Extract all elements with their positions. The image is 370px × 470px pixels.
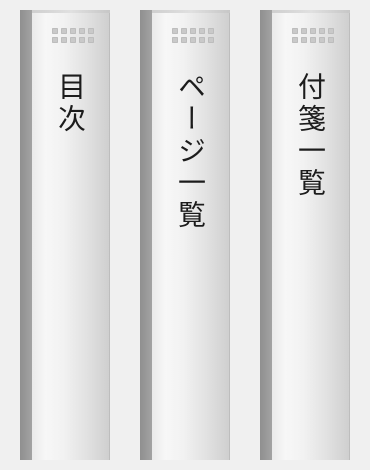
- spine-label-sticky-note-list: 付箋一覧: [294, 72, 327, 200]
- spine-top-edge: [32, 10, 110, 13]
- spine-label-table-of-contents: 目次: [54, 72, 87, 136]
- spine-page-list[interactable]: ページ一覧: [140, 10, 230, 460]
- spine-side-edge: [140, 10, 152, 460]
- spine-top-edge: [272, 10, 350, 13]
- spine-side-edge: [20, 10, 32, 460]
- spine-side-edge: [260, 10, 272, 460]
- spine-table-of-contents[interactable]: 目次: [20, 10, 110, 460]
- spine-sticky-note-list[interactable]: 付箋一覧: [260, 10, 350, 460]
- grip-dots-icon: [172, 28, 216, 48]
- spine-label-page-list: ページ一覧: [174, 72, 207, 232]
- grip-dots-icon: [292, 28, 336, 48]
- grip-dots-icon: [52, 28, 96, 48]
- spine-top-edge: [152, 10, 230, 13]
